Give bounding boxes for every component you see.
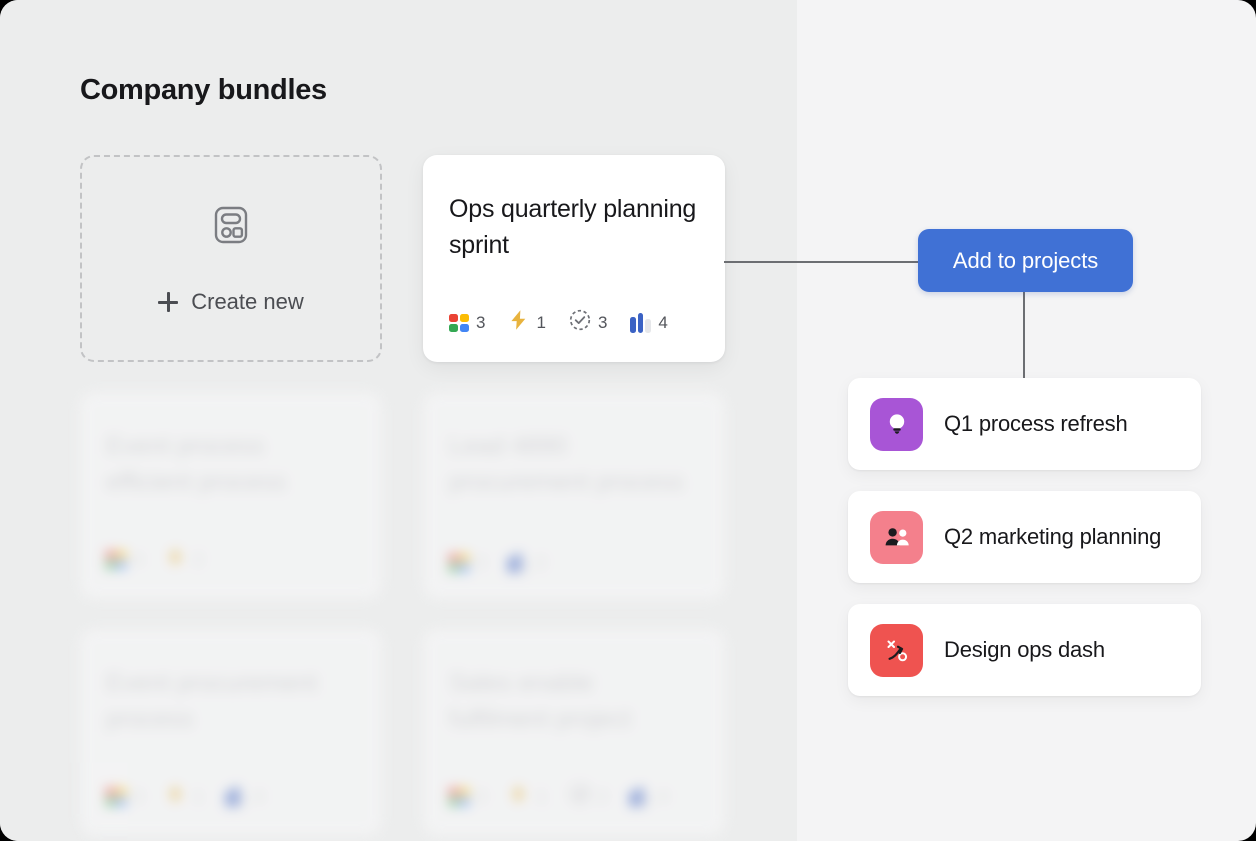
strategy-play-icon — [881, 634, 913, 666]
people-icon — [881, 522, 913, 552]
bundle-layout-icon — [208, 202, 254, 253]
bundle-stats: 3 2 — [449, 553, 697, 573]
bundle-card-ghost[interactable]: Event procurement process 3 1 4 — [80, 629, 382, 836]
project-item-q1-process-refresh[interactable]: Q1 process refresh — [848, 378, 1201, 470]
dashed-check-circle-icon — [569, 783, 591, 810]
bundle-stats: 3 1 4 — [106, 783, 354, 810]
apps-grid-icon — [106, 551, 126, 569]
stat-apps: 3 — [106, 787, 142, 807]
bundle-card-featured[interactable]: Ops quarterly planning sprint 3 1 — [423, 155, 725, 362]
stat-dashboards: 2 — [508, 553, 545, 573]
bundle-card-ghost[interactable]: Sales enable fulfilment project 3 1 — [423, 629, 725, 836]
stat-automations-count: 2 — [193, 550, 202, 570]
bar-chart-icon — [226, 787, 247, 807]
stat-dashboards-count: 4 — [658, 787, 667, 807]
stat-tasks: 2 — [569, 783, 607, 810]
stat-tasks-count: 3 — [598, 313, 607, 333]
apps-grid-icon — [449, 788, 469, 806]
bar-chart-icon — [630, 787, 651, 807]
stat-automations-count: 1 — [536, 787, 545, 807]
dashed-check-circle-icon — [569, 309, 591, 336]
apps-grid-icon — [449, 314, 469, 332]
create-new-bundle-card[interactable]: Create new — [80, 155, 382, 362]
stat-automations-count: 1 — [536, 313, 545, 333]
bar-chart-icon — [630, 313, 651, 333]
apps-grid-icon — [106, 788, 126, 806]
stat-apps: 3 — [449, 553, 485, 573]
bundle-stats: 3 1 — [449, 309, 697, 336]
project-avatar — [870, 624, 923, 677]
stat-dashboards: 4 — [630, 313, 667, 333]
bundle-card-ghost[interactable]: Event process efficient process 4 2 — [80, 392, 382, 599]
bundle-card-ghost[interactable]: Lead 4890 procurement process 3 2 — [423, 392, 725, 599]
bundle-title: Lead 4890 procurement process — [449, 428, 697, 500]
project-label: Q1 process refresh — [944, 411, 1127, 437]
stat-automations: 2 — [165, 546, 202, 573]
bundle-title: Event process efficient process — [106, 428, 354, 500]
project-avatar — [870, 511, 923, 564]
stat-apps: 3 — [449, 787, 485, 807]
stat-dashboards: 4 — [630, 787, 667, 807]
page-title: Company bundles — [80, 74, 327, 107]
bundle-stats: 3 1 2 — [449, 783, 697, 810]
lightning-bolt-icon — [508, 783, 529, 810]
create-new-label: Create new — [191, 289, 304, 315]
app-root: Company bundles Create new Ops quarterly… — [0, 0, 1256, 841]
stat-tasks: 3 — [569, 309, 607, 336]
bundle-title: Sales enable fulfilment project — [449, 665, 697, 737]
project-list: Q1 process refresh Q2 marketing planning — [848, 378, 1201, 696]
lightning-bolt-icon — [165, 783, 186, 810]
connector-line-vertical — [1023, 292, 1025, 380]
stat-tasks-count: 2 — [598, 787, 607, 807]
bundle-grid: Create new Ops quarterly planning sprint… — [80, 155, 725, 836]
project-item-design-ops-dash[interactable]: Design ops dash — [848, 604, 1201, 696]
project-label: Design ops dash — [944, 637, 1105, 663]
stat-automations: 1 — [508, 783, 545, 810]
stat-automations: 1 — [508, 309, 545, 336]
bundle-title: Event procurement process — [106, 665, 354, 737]
stat-automations: 1 — [165, 783, 202, 810]
connector-line-horizontal — [724, 261, 920, 263]
project-label: Q2 marketing planning — [944, 524, 1161, 550]
stat-apps-count: 3 — [476, 787, 485, 807]
bundle-title: Ops quarterly planning sprint — [449, 191, 697, 263]
stat-dashboards: 4 — [226, 787, 263, 807]
add-to-projects-button[interactable]: Add to projects — [918, 229, 1133, 292]
stat-automations-count: 1 — [193, 787, 202, 807]
stat-apps: 4 — [106, 550, 142, 570]
stat-dashboards-count: 2 — [536, 553, 545, 573]
stat-apps-count: 3 — [133, 787, 142, 807]
lightning-bolt-icon — [508, 309, 529, 336]
lightbulb-icon — [882, 409, 912, 439]
project-avatar — [870, 398, 923, 451]
lightning-bolt-icon — [165, 546, 186, 573]
stat-dashboards-count: 4 — [658, 313, 667, 333]
stat-dashboards-count: 4 — [254, 787, 263, 807]
apps-grid-icon — [449, 554, 469, 572]
plus-icon — [158, 292, 178, 312]
stat-apps-count: 4 — [133, 550, 142, 570]
bar-chart-icon — [508, 553, 529, 573]
project-item-q2-marketing-planning[interactable]: Q2 marketing planning — [848, 491, 1201, 583]
stat-apps: 3 — [449, 313, 485, 333]
stat-apps-count: 3 — [476, 313, 485, 333]
bundle-stats: 4 2 — [106, 546, 354, 573]
create-new-label-row: Create new — [158, 289, 304, 315]
stat-apps-count: 3 — [476, 553, 485, 573]
